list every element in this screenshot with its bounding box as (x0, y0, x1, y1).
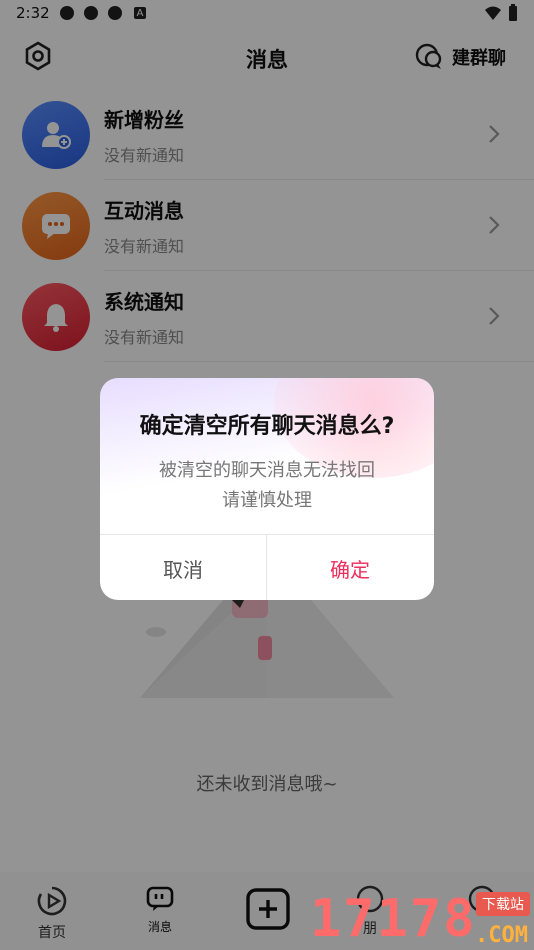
dialog-message: 被清空的聊天消息无法找回 (159, 460, 375, 481)
dialog-message: 请谨慎处理 (222, 490, 312, 511)
dialog-title: 确定清空所有聊天消息么? (139, 414, 395, 439)
watermark-domain: .COM (475, 923, 528, 948)
confirm-button[interactable]: 确定 (267, 535, 433, 600)
cancel-button[interactable]: 取消 (100, 535, 266, 600)
dialog-buttons: 取消 确定 (100, 534, 434, 600)
confirm-clear-dialog: 确定清空所有聊天消息么? 被清空的聊天消息无法找回 请谨慎处理 取消 确定 (100, 378, 434, 600)
watermark-tag: 下载站 (476, 892, 530, 916)
watermark: 17178 下载站 .COM (310, 888, 534, 950)
watermark-number: 17178 (310, 889, 477, 949)
